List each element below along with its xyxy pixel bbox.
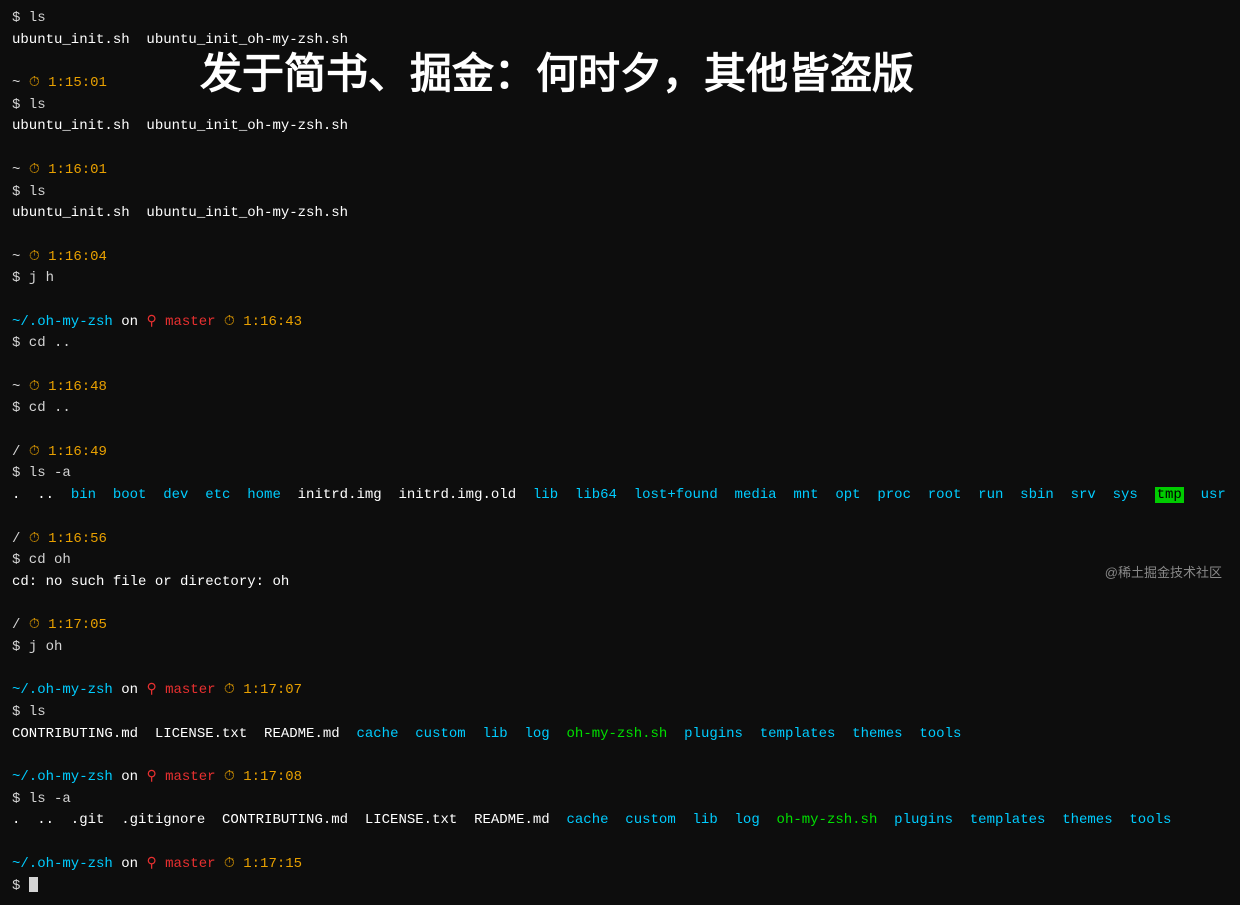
line-30: $	[12, 876, 1228, 898]
line-blank-2	[12, 138, 1228, 160]
line-19: $ cd oh	[12, 550, 1228, 572]
line-14: $ cd ..	[12, 398, 1228, 420]
line-28: . .. .git .gitignore CONTRIBUTING.md LIC…	[12, 810, 1228, 832]
line-26: ~/.oh-my-zsh on ⚲ master ⏱ 1:17:08	[12, 767, 1228, 789]
line-22: $ j oh	[12, 637, 1228, 659]
line-6: ~ ⏱ 1:16:01	[12, 160, 1228, 182]
line-blank-9	[12, 659, 1228, 681]
line-blank-11	[12, 832, 1228, 854]
line-17: . .. bin boot dev etc home initrd.img in…	[12, 485, 1228, 507]
line-15: / ⏱ 1:16:49	[12, 442, 1228, 464]
line-blank-5	[12, 355, 1228, 377]
line-5: ubuntu_init.sh ubuntu_init_oh-my-zsh.sh	[12, 116, 1228, 138]
line-blank-6	[12, 420, 1228, 442]
line-10: $ j h	[12, 268, 1228, 290]
cursor	[29, 877, 38, 892]
line-blank-3	[12, 225, 1228, 247]
overlay-text: 发于简书、掘金：何时夕，其他皆盗版	[200, 40, 914, 101]
line-20: cd: no such file or directory: oh	[12, 572, 1228, 594]
line-blank-8	[12, 594, 1228, 616]
terminal: $ ls ubuntu_init.sh ubuntu_init_oh-my-zs…	[0, 0, 1240, 905]
line-11: ~/.oh-my-zsh on ⚲ master ⏱ 1:16:43	[12, 312, 1228, 334]
line-blank-10	[12, 745, 1228, 767]
line-blank-4	[12, 290, 1228, 312]
line-13: ~ ⏱ 1:16:48	[12, 377, 1228, 399]
line-18: / ⏱ 1:16:56	[12, 529, 1228, 551]
line-1: $ ls	[12, 8, 1228, 30]
line-7: $ ls	[12, 182, 1228, 204]
line-21: / ⏱ 1:17:05	[12, 615, 1228, 637]
line-8: ubuntu_init.sh ubuntu_init_oh-my-zsh.sh	[12, 203, 1228, 225]
line-27: $ ls -a	[12, 789, 1228, 811]
line-25: CONTRIBUTING.md LICENSE.txt README.md ca…	[12, 724, 1228, 746]
line-24: $ ls	[12, 702, 1228, 724]
line-9: ~ ⏱ 1:16:04	[12, 247, 1228, 269]
line-16: $ ls -a	[12, 463, 1228, 485]
line-23: ~/.oh-my-zsh on ⚲ master ⏱ 1:17:07	[12, 680, 1228, 702]
watermark: @稀土掘金技术社区	[1105, 562, 1222, 581]
line-29: ~/.oh-my-zsh on ⚲ master ⏱ 1:17:15	[12, 854, 1228, 876]
line-blank-7	[12, 507, 1228, 529]
line-12: $ cd ..	[12, 333, 1228, 355]
